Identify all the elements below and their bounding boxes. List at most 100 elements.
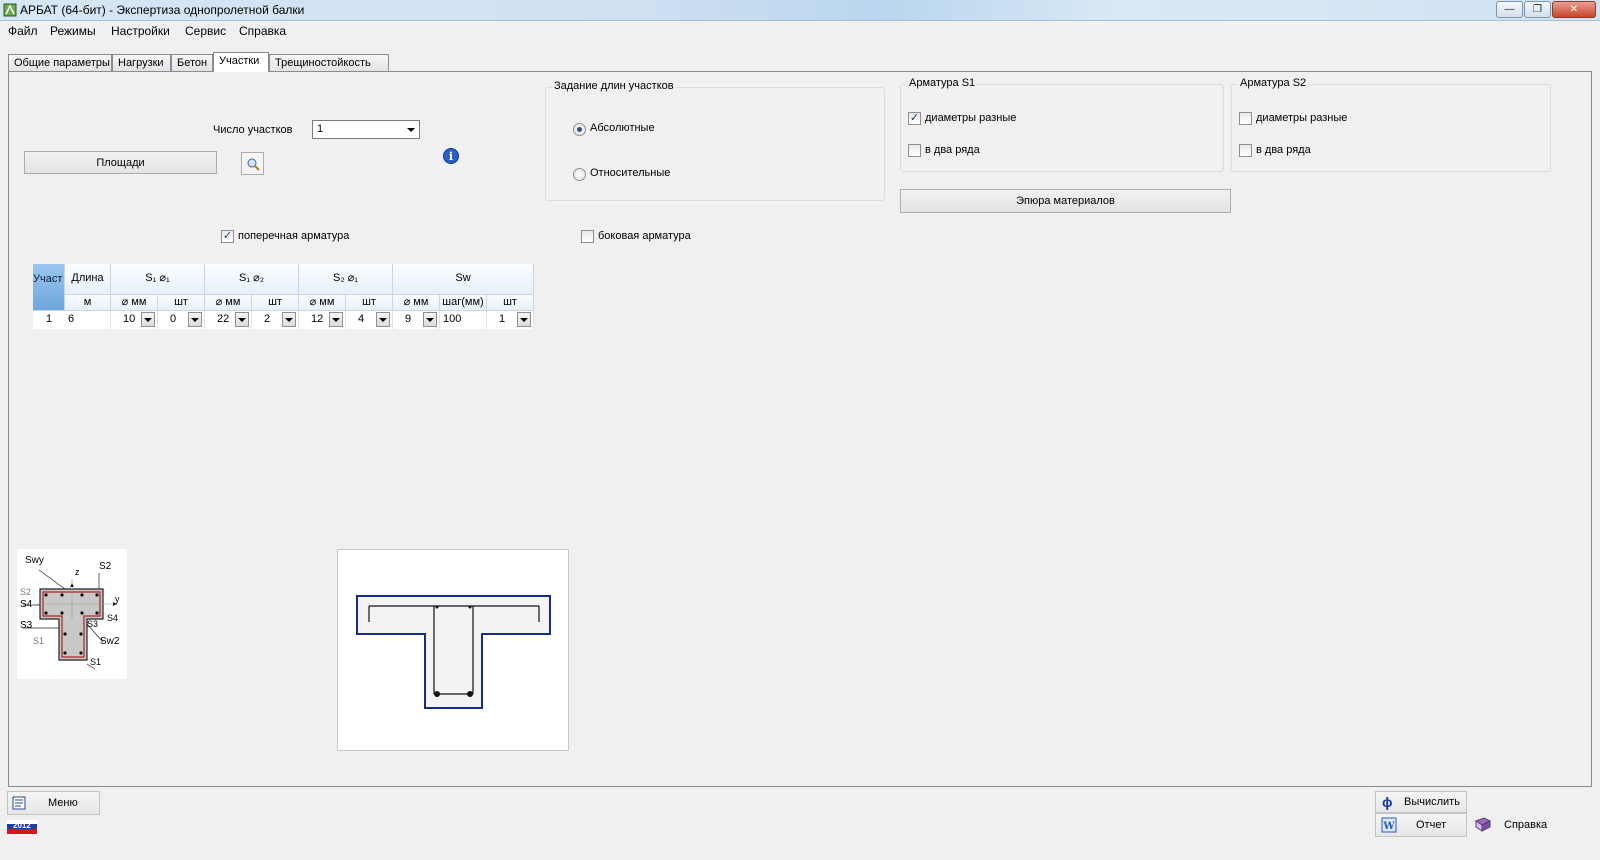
material-diagram-button[interactable]: Эпюра материалов	[900, 189, 1231, 213]
title-bar: АРБАТ (64-бит) - Экспертиза однопролетно…	[0, 0, 1600, 21]
cell-s2d1-count[interactable]: 4	[346, 311, 393, 329]
chevron-down-icon[interactable]	[423, 312, 437, 327]
legend-s4-left: S4	[20, 599, 33, 610]
cell-length[interactable]: 6	[65, 311, 111, 329]
sections-panel: Число участков 1 Площади i Задание длин …	[8, 71, 1592, 787]
chevron-down-icon[interactable]	[329, 312, 343, 327]
legend-y: y	[115, 594, 120, 604]
chevron-down-icon[interactable]	[282, 312, 296, 327]
menu-button[interactable]: Меню	[7, 791, 100, 815]
s1-different-diameters-checkbox[interactable]: ✓	[908, 112, 921, 125]
rebar-legend-diagram: Swy z S2 S2 S4 y S3 S3 S4 S1 Sw2 S1	[17, 549, 127, 679]
cell-s1d2-count[interactable]: 2	[252, 311, 299, 329]
app-icon	[3, 3, 17, 17]
cell-sw-count-value: 1	[499, 313, 506, 325]
cell-s1d2-diam[interactable]: 22	[205, 311, 252, 329]
report-label: Отчет	[1416, 819, 1447, 831]
menu-service[interactable]: Сервис	[185, 24, 226, 38]
chevron-down-icon	[404, 122, 418, 137]
cell-s1d1-count[interactable]: 0	[158, 311, 205, 329]
help-label: Справка	[1504, 819, 1548, 831]
s1-two-rows-checkbox[interactable]	[908, 144, 921, 157]
section-count-select[interactable]: 1	[312, 120, 420, 139]
menu-file[interactable]: Файл	[8, 24, 38, 38]
menu-bar: Файл Режимы Настройки Сервис Справка	[0, 21, 1600, 41]
areas-button[interactable]: Площади	[24, 151, 217, 174]
calculate-button[interactable]: ϕ Вычислить	[1375, 791, 1467, 813]
tab-general[interactable]: Общие параметры	[8, 54, 112, 71]
legend-s1-left: S1	[33, 636, 45, 646]
svg-text:i: i	[449, 150, 453, 163]
menu-help[interactable]: Справка	[239, 24, 286, 38]
transverse-rebar-label: поперечная арматура	[238, 230, 350, 242]
header-s1-d1: S₁ ⌀₁	[111, 264, 205, 295]
rebar-s1-group: Арматура S1 ✓ диаметры разные в два ряда	[900, 77, 1224, 172]
chevron-down-icon[interactable]	[517, 312, 531, 327]
header-section[interactable]: Участ ок	[33, 264, 76, 311]
magnifier-icon[interactable]	[241, 152, 264, 175]
word-icon: W	[1381, 817, 1397, 833]
cell-sw-step[interactable]: 100	[440, 311, 487, 329]
legend-s4-right: S4	[107, 613, 119, 623]
minimize-button[interactable]: —	[1496, 1, 1523, 18]
relative-radio[interactable]	[573, 168, 586, 181]
transverse-rebar-checkbox[interactable]: ✓	[221, 230, 234, 243]
legend-s2-top: S2	[99, 561, 112, 572]
report-button[interactable]: W Отчет	[1375, 813, 1467, 837]
book-icon	[1474, 817, 1492, 832]
help-button[interactable]: Справка	[1469, 813, 1561, 837]
info-icon[interactable]: i	[442, 147, 460, 165]
tab-concrete[interactable]: Бетон	[171, 54, 213, 71]
cell-s1d1-diam[interactable]: 10	[111, 311, 158, 329]
cell-s2d1-count-value: 4	[358, 313, 365, 325]
absolute-radio[interactable]	[573, 123, 586, 136]
window-title: АРБАТ (64-бит) - Экспертиза однопролетно…	[20, 3, 305, 17]
rebar-s2-title: Арматура S2	[1238, 77, 1309, 89]
cell-s1d2-diam-value: 22	[217, 313, 230, 325]
cell-s1d2-count-value: 2	[264, 313, 271, 325]
restore-button[interactable]: ❐	[1524, 1, 1551, 18]
tab-crack-resistance[interactable]: Трещиностойкость	[269, 54, 389, 71]
legend-sw2: Sw2	[100, 636, 120, 647]
subheader-s1d1-diam: ⌀ мм	[111, 295, 158, 311]
cell-sw-diam-value: 9	[405, 313, 412, 325]
chevron-down-icon[interactable]	[235, 312, 249, 327]
rebar-s2-group: Арматура S2 диаметры разные в два ряда	[1231, 77, 1551, 172]
chevron-down-icon[interactable]	[141, 312, 155, 327]
subheader-sw-diam: ⌀ мм	[393, 295, 440, 311]
subheader-sw-count: шт	[487, 295, 534, 311]
row-number: 1	[33, 311, 65, 329]
subheader-s2d1-count: шт	[346, 295, 393, 311]
cell-sw-count[interactable]: 1	[487, 311, 534, 329]
cell-s1d1-diam-value: 10	[123, 313, 136, 325]
legend-s3-left: S3	[20, 620, 33, 631]
side-rebar-label: боковая арматура	[598, 230, 691, 242]
svg-text:W: W	[1382, 821, 1395, 832]
menu-settings[interactable]: Настройки	[111, 24, 170, 38]
chevron-down-icon[interactable]	[188, 312, 202, 327]
s1-two-rows-label: в два ряда	[925, 144, 980, 156]
close-button[interactable]: ✕	[1552, 1, 1596, 18]
subheader-length-unit: м	[65, 295, 111, 311]
menu-button-label: Меню	[48, 797, 78, 809]
year-badge-text: 2012	[13, 821, 31, 830]
menu-modes[interactable]: Режимы	[50, 24, 96, 38]
chevron-down-icon[interactable]	[376, 312, 390, 327]
header-s1-d2: S₁ ⌀₂	[205, 264, 299, 295]
tab-loads[interactable]: Нагрузки	[112, 54, 171, 71]
cell-s2d1-diam[interactable]: 12	[299, 311, 346, 329]
menu-icon	[12, 796, 26, 810]
s2-two-rows-checkbox[interactable]	[1239, 144, 1252, 157]
side-rebar-checkbox[interactable]	[581, 230, 594, 243]
cell-sw-diam[interactable]: 9	[393, 311, 440, 329]
cell-s2d1-diam-value: 12	[311, 313, 324, 325]
calculate-label: Вычислить	[1404, 796, 1460, 808]
legend-swy: Swy	[25, 555, 44, 566]
s2-different-diameters-checkbox[interactable]	[1239, 112, 1252, 125]
subheader-s1d2-count: шт	[252, 295, 299, 311]
header-s2-d1: S₂ ⌀₁	[299, 264, 393, 295]
s2-two-rows-label: в два ряда	[1256, 144, 1311, 156]
tab-sections[interactable]: Участки	[213, 52, 269, 72]
s2-different-diameters-label: диаметры разные	[1256, 112, 1348, 124]
section-count-value: 1	[317, 123, 324, 135]
